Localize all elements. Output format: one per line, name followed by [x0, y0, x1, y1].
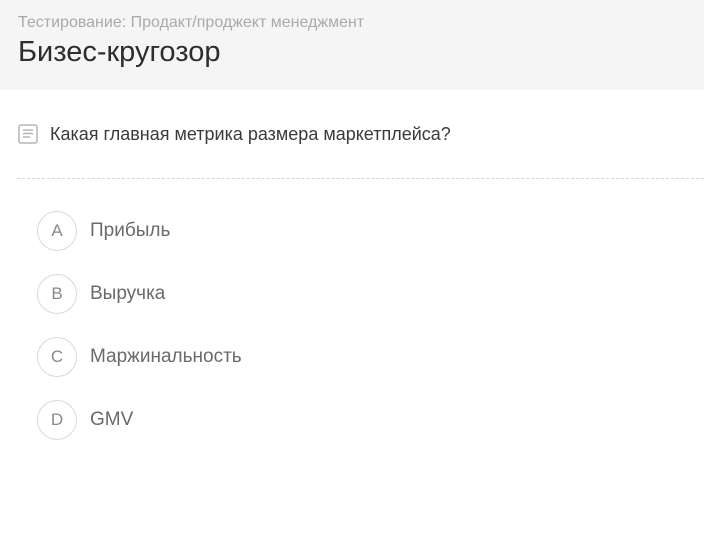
- option-label: Маржинальность: [90, 346, 242, 367]
- option-letter-badge: A: [37, 211, 77, 251]
- answer-option-a[interactable]: A Прибыль: [37, 211, 242, 251]
- answer-option-d[interactable]: D GMV: [37, 400, 242, 440]
- breadcrumb: Тестирование: Продакт/проджект менеджмен…: [18, 14, 365, 31]
- option-label: Выручка: [90, 283, 166, 304]
- page-header: Тестирование: Продакт/проджект менеджмен…: [0, 0, 704, 90]
- question: Какая главная метрика размера маркетплей…: [18, 120, 451, 148]
- answer-options: A Прибыль B Выручка C Маржинальность D G…: [37, 211, 242, 463]
- document-icon: [18, 124, 38, 144]
- answer-option-c[interactable]: C Маржинальность: [37, 337, 242, 377]
- page-title: Бизес-кругозор: [18, 36, 221, 68]
- option-label: Прибыль: [90, 220, 171, 241]
- option-label: GMV: [90, 409, 134, 430]
- option-letter-badge: C: [37, 337, 77, 377]
- answer-option-b[interactable]: B Выручка: [37, 274, 242, 314]
- option-letter-badge: B: [37, 274, 77, 314]
- question-text: Какая главная метрика размера маркетплей…: [50, 123, 451, 144]
- divider: [17, 178, 704, 179]
- option-letter-badge: D: [37, 400, 77, 440]
